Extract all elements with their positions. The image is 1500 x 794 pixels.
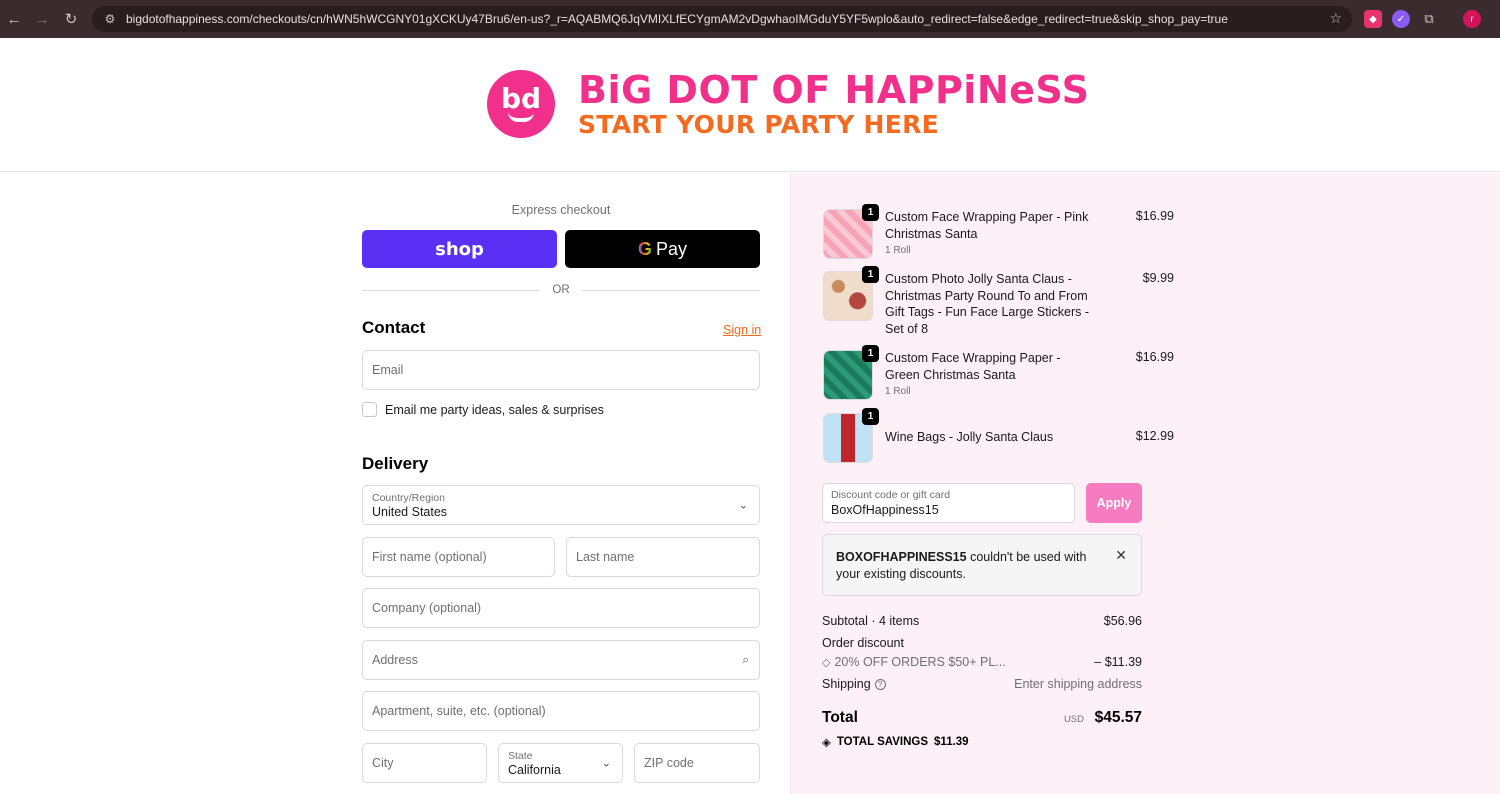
address-bar[interactable]: ⚙ bigdotofhappiness.com/checkouts/cn/hWN… — [92, 6, 1352, 32]
item-variant: 1 Roll — [885, 386, 911, 397]
quantity-badge: 1 — [862, 204, 879, 221]
subtotal-row: Subtotal · 4 items $56.96 — [822, 614, 1142, 628]
item-name: Custom Face Wrapping Paper - Pink Christ… — [885, 210, 1089, 241]
item-name: Custom Photo Jolly Santa Claus - Christm… — [885, 272, 1090, 336]
address-field[interactable]: Address ⌕ — [362, 640, 760, 680]
quantity-badge: 1 — [862, 345, 879, 362]
state-select[interactable]: State California ⌄ — [498, 743, 623, 783]
chevron-down-icon: ⌄ — [738, 499, 748, 512]
bookmark-star-icon[interactable]: ☆ — [1329, 10, 1342, 27]
total-savings: ◈ TOTAL SAVINGS $11.39 — [822, 736, 969, 749]
or-divider: OR — [362, 283, 760, 297]
subtotal-value: $56.96 — [1103, 614, 1142, 628]
discount-error-alert: BOXOFHAPPINESS15 couldn't be used with y… — [822, 534, 1142, 596]
first-name-field[interactable]: First name (optional) — [362, 537, 555, 577]
discount-code-field[interactable]: Discount code or gift card BoxOfHappines… — [822, 483, 1075, 523]
savings-tag-icon: ◈ — [822, 737, 831, 749]
contact-heading: Contact — [362, 318, 426, 337]
help-icon[interactable]: ? — [874, 679, 886, 691]
currency-code: USD — [1063, 714, 1084, 725]
tag-icon: ◇ — [822, 657, 831, 669]
close-icon[interactable]: ✕ — [1115, 547, 1127, 564]
apartment-field[interactable]: Apartment, suite, etc. (optional) — [362, 691, 760, 731]
reload-icon[interactable]: ↻ — [57, 5, 85, 33]
quantity-badge: 1 — [862, 266, 879, 283]
shop-pay-button[interactable]: shop — [362, 230, 557, 268]
item-name: Wine Bags - Jolly Santa Claus — [885, 430, 1054, 444]
item-name: Custom Face Wrapping Paper - Green Chris… — [885, 351, 1061, 382]
store-header: bd BiG DOT OF HAPPiNeSS START YOUR PARTY… — [0, 38, 1500, 172]
site-settings-icon[interactable]: ⚙ — [100, 9, 120, 29]
quantity-badge: 1 — [862, 408, 879, 425]
item-price: $16.99 — [1135, 350, 1174, 364]
last-name-field[interactable]: Last name — [566, 537, 760, 577]
total-value: $45.57 — [1094, 709, 1142, 726]
item-price: $16.99 — [1135, 209, 1174, 223]
search-icon: ⌕ — [742, 652, 749, 667]
url-text: bigdotofhappiness.com/checkouts/cn/hWN5h… — [126, 12, 1228, 26]
discount-amount: – $11.39 — [1094, 655, 1142, 669]
item-variant: 1 Roll — [885, 245, 911, 256]
back-icon[interactable]: ← — [0, 5, 28, 33]
browser-toolbar: ← → ↻ ⚙ bigdotofhappiness.com/checkouts/… — [0, 0, 1500, 38]
extension-shield-icon[interactable]: ◆ — [1364, 10, 1382, 28]
extensions-puzzle-icon[interactable]: ⧉ — [1420, 10, 1438, 28]
checkout-form: Express checkout shop G Pay OR Contact S… — [0, 173, 790, 794]
forward-icon[interactable]: → — [28, 5, 56, 33]
sign-in-link[interactable]: Sign in — [723, 323, 761, 337]
total-row: Total USD $45.57 — [822, 709, 1142, 726]
shipping-row: Shipping? Enter shipping address — [822, 677, 1142, 691]
marketing-checkbox[interactable] — [362, 402, 377, 417]
country-select[interactable]: Country/Region United States ⌄ — [362, 485, 760, 525]
city-field[interactable]: City — [362, 743, 487, 783]
marketing-opt-in[interactable]: Email me party ideas, sales & surprises — [362, 402, 604, 417]
chevron-down-icon: ⌄ — [601, 757, 611, 770]
order-summary: 1 Custom Face Wrapping Paper - Pink Chri… — [790, 173, 1500, 794]
email-field[interactable]: Email — [362, 350, 760, 390]
shipping-value: Enter shipping address — [1014, 677, 1142, 691]
item-price: $12.99 — [1135, 429, 1174, 443]
apply-discount-button[interactable]: Apply — [1086, 483, 1142, 523]
cart-item: 1 Custom Face Wrapping Paper - Green Chr… — [823, 345, 1174, 405]
brand-name[interactable]: BiG DOT OF HAPPiNeSS — [578, 68, 1089, 112]
alert-code: BOXOFHAPPINESS15 — [836, 550, 967, 564]
brand-logo-mark[interactable]: bd — [487, 70, 555, 138]
delivery-heading: Delivery — [362, 454, 429, 473]
order-discount-row: Order discount — [822, 636, 904, 650]
profile-avatar[interactable]: r — [1463, 10, 1481, 28]
express-checkout-label: Express checkout — [511, 203, 611, 217]
google-pay-label: Pay — [655, 238, 688, 259]
cart-item: 1 Custom Face Wrapping Paper - Pink Chri… — [823, 204, 1174, 264]
company-field[interactable]: Company (optional) — [362, 588, 760, 628]
zip-field[interactable]: ZIP code — [634, 743, 760, 783]
google-pay-button[interactable]: G Pay — [565, 230, 760, 268]
discount-detail-row: ◇ 20% OFF ORDERS $50+ PL... – $11.39 — [822, 655, 1142, 669]
cart-item: 1 Wine Bags - Jolly Santa Claus $12.99 — [823, 408, 1174, 468]
google-g-icon: G — [637, 238, 652, 259]
cart-item: 1 Custom Photo Jolly Santa Claus - Chris… — [823, 266, 1174, 341]
item-price: $9.99 — [1142, 271, 1174, 285]
extension-check-icon[interactable]: ✓ — [1392, 10, 1410, 28]
brand-tagline: START YOUR PARTY HERE — [578, 110, 940, 139]
